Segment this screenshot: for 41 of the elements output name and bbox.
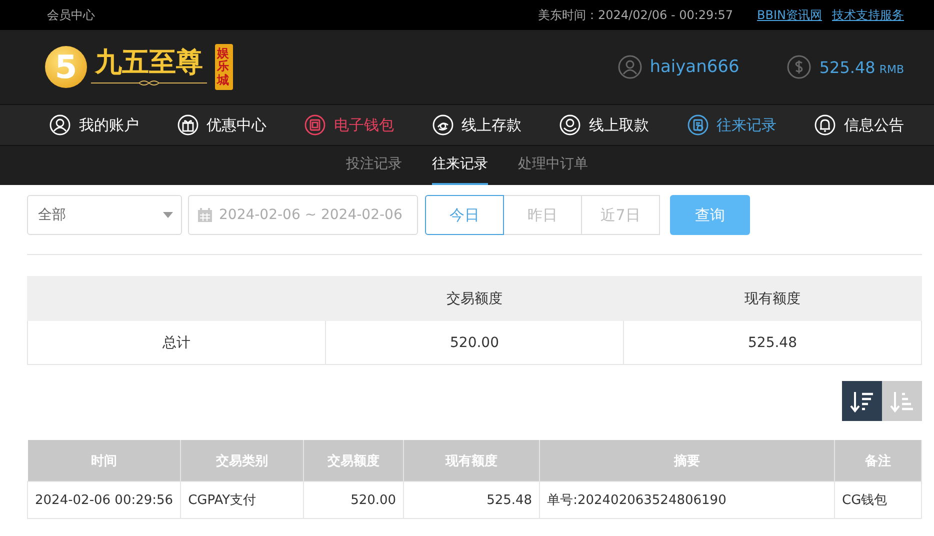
table-cell: 520.00 bbox=[304, 482, 404, 518]
nav-item[interactable]: 往来记录 bbox=[684, 112, 776, 138]
member-center-label: 会员中心 bbox=[47, 6, 95, 24]
logo-name: 九五至尊 bbox=[95, 47, 203, 79]
sub-tab[interactable]: 处理中订单 bbox=[518, 146, 588, 185]
username: haiyan666 bbox=[650, 57, 740, 77]
header-link[interactable]: 技术支持服务 bbox=[832, 6, 904, 24]
calendar-icon bbox=[197, 207, 213, 223]
nav-item[interactable]: 线上存款 bbox=[430, 112, 522, 138]
user-icon bbox=[47, 112, 73, 138]
sub-tab[interactable]: 投注记录 bbox=[346, 146, 402, 185]
dollar-icon bbox=[787, 55, 812, 79]
table-cell: 525.48 bbox=[404, 482, 540, 518]
table-cell: CG钱包 bbox=[834, 482, 922, 518]
user-icon bbox=[618, 55, 642, 79]
nav-item[interactable]: 优惠中心 bbox=[174, 112, 266, 138]
nav-item[interactable]: 线上取款 bbox=[557, 112, 649, 138]
header-link[interactable]: BBIN资讯网 bbox=[757, 6, 822, 24]
type-select[interactable]: 全部 bbox=[27, 195, 182, 235]
table-cell: 总计 bbox=[28, 320, 326, 364]
balance-amount: 525.48 bbox=[819, 58, 876, 76]
wallet-icon bbox=[302, 112, 328, 138]
table-cell: 525.48 bbox=[624, 320, 922, 364]
table-cell: CGPAY支付 bbox=[180, 482, 304, 518]
nav-item[interactable]: 电子钱包 bbox=[302, 112, 394, 138]
ornament-icon bbox=[89, 79, 209, 87]
logo-emblem: 5 bbox=[45, 46, 87, 88]
sort-descending-button[interactable] bbox=[842, 381, 882, 421]
sub-tab[interactable]: 往来记录 bbox=[432, 146, 488, 185]
bell-icon bbox=[812, 112, 838, 138]
nav-item[interactable]: 信息公告 bbox=[812, 112, 904, 138]
table-cell: 单号:202402063524806190 bbox=[540, 482, 834, 518]
clock-text: 美东时间：2024/02/06 - 00:29:57 bbox=[538, 6, 734, 24]
table-cell: 2024-02-06 00:29:56 bbox=[28, 482, 181, 518]
table-cell: 520.00 bbox=[326, 320, 624, 364]
dropdown-caret-icon bbox=[163, 212, 173, 218]
column-header: 现有额度 bbox=[624, 276, 922, 320]
currency-label: RMB bbox=[879, 62, 904, 76]
nav-item[interactable]: 我的账户 bbox=[47, 112, 139, 138]
logo-badge: 娱乐城 bbox=[215, 44, 233, 90]
column-header: 交易额度 bbox=[326, 276, 624, 320]
